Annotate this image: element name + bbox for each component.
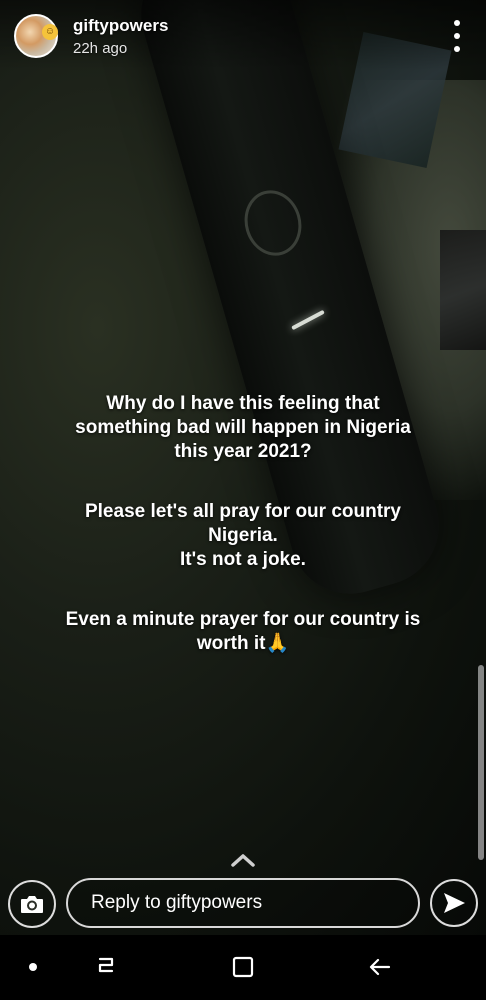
camera-button[interactable] bbox=[8, 880, 56, 928]
caption-text: worth it bbox=[196, 633, 266, 654]
story-header: ☺ giftypowers 22h ago bbox=[0, 0, 486, 70]
caption-line: this year 2021? bbox=[174, 441, 312, 462]
camera-icon bbox=[21, 896, 43, 913]
back-icon[interactable] bbox=[364, 953, 396, 981]
story-caption: Why do I have this feeling that somethin… bbox=[20, 392, 466, 656]
recent-apps-icon[interactable] bbox=[90, 953, 122, 981]
more-dot bbox=[454, 33, 460, 39]
more-options-icon[interactable] bbox=[447, 20, 467, 52]
caption-line: something bad will happen in Nigeria bbox=[75, 417, 411, 438]
caption-line: Even a minute prayer for our country is bbox=[65, 609, 421, 630]
chevron-up-icon[interactable] bbox=[230, 852, 256, 868]
home-icon[interactable] bbox=[227, 953, 259, 981]
reply-bar: Reply to giftypowers bbox=[0, 875, 486, 935]
timestamp: 22h ago bbox=[73, 40, 128, 57]
scrollbar[interactable] bbox=[478, 665, 484, 860]
smiley-face-icon: ☺ bbox=[42, 24, 58, 40]
caption-line: Nigeria. bbox=[208, 525, 278, 546]
praying-hands-icon: 🙏 bbox=[265, 633, 290, 654]
avatar[interactable]: ☺ bbox=[14, 14, 58, 58]
background-object bbox=[440, 230, 486, 350]
more-dot bbox=[454, 20, 460, 26]
caption-line: It's not a joke. bbox=[180, 549, 306, 570]
reply-input[interactable]: Reply to giftypowers bbox=[66, 878, 420, 928]
username[interactable]: giftypowers bbox=[73, 16, 168, 36]
story-background[interactable]: ☺ giftypowers 22h ago Why do I have this… bbox=[0, 0, 486, 935]
send-button[interactable] bbox=[430, 879, 478, 927]
send-icon bbox=[444, 893, 465, 913]
nav-dot-icon[interactable] bbox=[29, 963, 37, 971]
more-dot bbox=[454, 46, 460, 52]
caption-line-last: worth it🙏 bbox=[20, 632, 466, 656]
caption-line: Why do I have this feeling that bbox=[106, 393, 380, 414]
caption-line: Please let's all pray for our country bbox=[84, 501, 401, 522]
system-navbar bbox=[0, 935, 486, 1000]
